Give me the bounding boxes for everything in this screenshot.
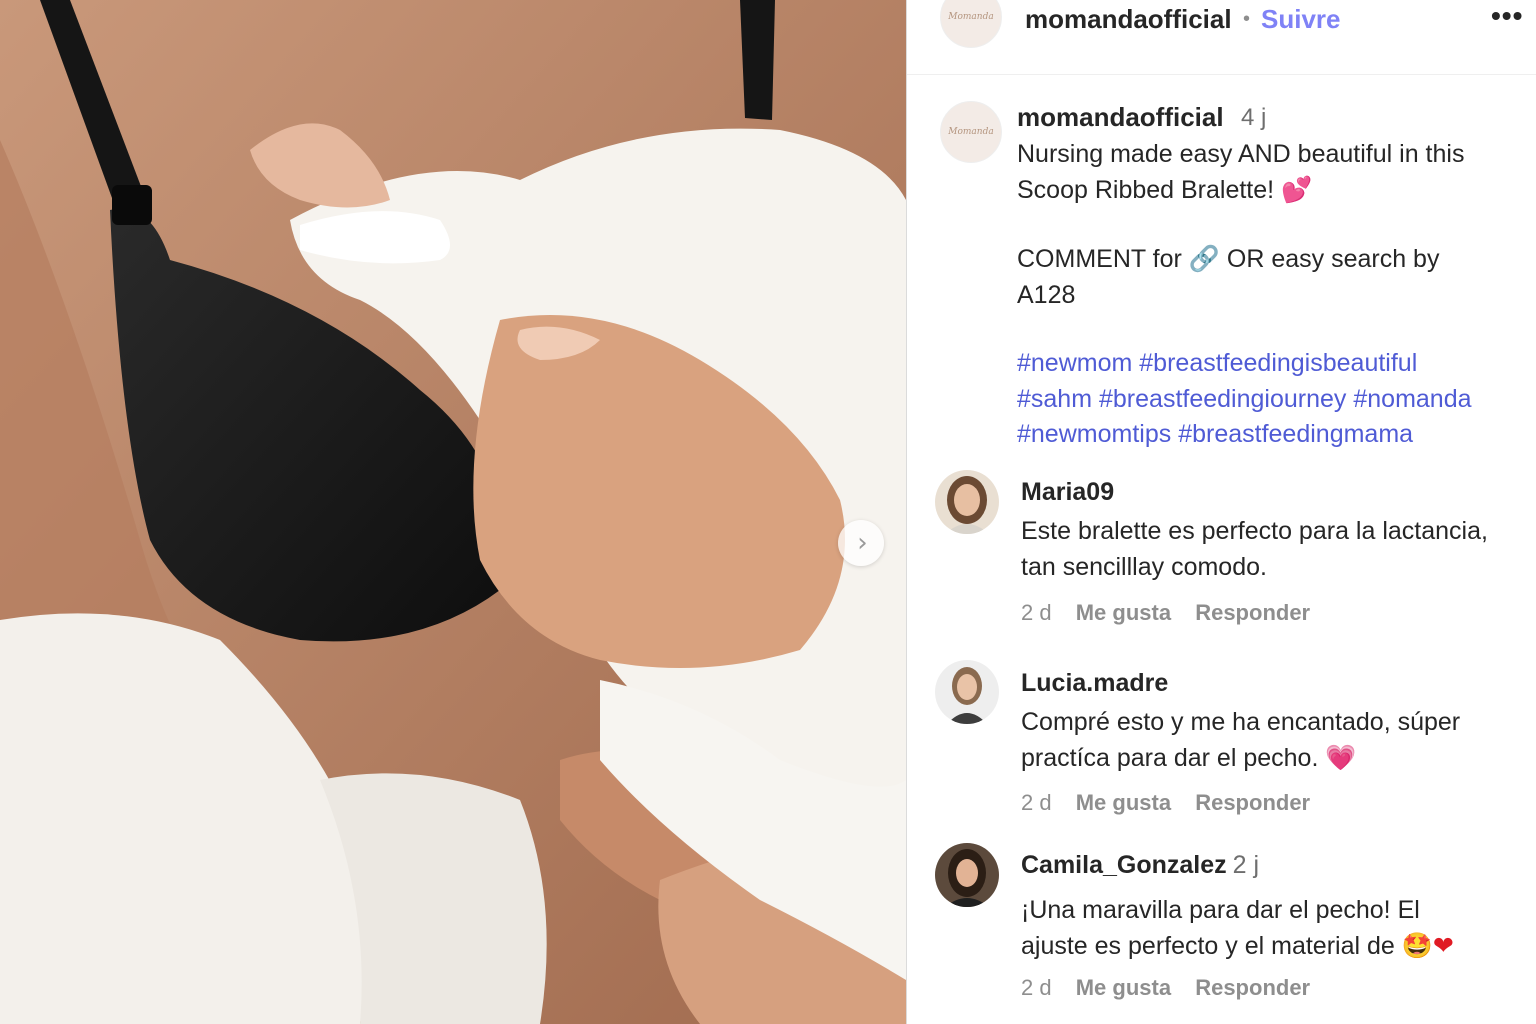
hashtags-line-3: #newmomtips #breastfeedingmama <box>1017 416 1527 452</box>
comment-avatar[interactable] <box>935 660 999 724</box>
post-side-panel: Momanda momandaofficial • Suivre ••• Mom… <box>906 0 1536 1024</box>
caption-avatar-logo: Momanda <box>948 127 994 137</box>
reply-button[interactable]: Responder <box>1195 790 1310 815</box>
comment-text-line-1: Este bralette es perfecto para la lactan… <box>1021 517 1488 545</box>
comment-meta: 2 d Me gusta Responder <box>1021 975 1310 1001</box>
header-username[interactable]: momandaofficial <box>1025 4 1232 35</box>
comment-text: ajuste es perfecto y el material de <box>1021 932 1395 960</box>
brand-avatar-logo: Momanda <box>948 12 994 22</box>
caption-line-3: COMMENT for 🔗 OR easy search by <box>1017 241 1527 277</box>
comment-meta: 2 d Me gusta Responder <box>1021 790 1310 816</box>
avatar-photo <box>935 843 999 907</box>
heart-emoji-icon: 💗 <box>1325 744 1357 772</box>
red-heart-emoji-icon: ❤ <box>1432 932 1454 960</box>
caption-avatar[interactable]: Momanda <box>940 101 1002 163</box>
follow-button[interactable]: Suivre <box>1261 4 1341 35</box>
hashtags-line-2: #sahm #breastfeedingiourney #nomanda <box>1017 381 1536 417</box>
comment-username[interactable]: Lucia.madre <box>1021 669 1168 698</box>
comment-text-line-2: ajuste es perfecto y el material de 🤩❤ <box>1021 928 1521 964</box>
caption-time[interactable]: 4 j <box>1241 104 1266 132</box>
next-photo-button[interactable]: › <box>838 520 884 566</box>
star-struck-emoji-icon: 🤩 <box>1401 932 1433 960</box>
avatar-photo <box>935 470 999 534</box>
instagram-post: › Momanda momandaofficial • Suivre ••• M… <box>0 0 1536 1024</box>
caption-line-3-pre: COMMENT for <box>1017 245 1182 273</box>
caption-username[interactable]: momandaofficial <box>1017 102 1224 133</box>
comment-text-line-2: practíca para dar el pecho. 💗 <box>1021 740 1521 776</box>
chevron-right-icon: › <box>857 528 868 558</box>
more-options-icon[interactable]: ••• <box>1491 0 1523 32</box>
comment-text-line-2: tan sencilllay comodo. <box>1021 553 1267 581</box>
hashtag-link[interactable]: #sahm <box>1017 385 1092 413</box>
comment-text-line-1: ¡Una maravilla para dar el pecho! El <box>1021 896 1420 924</box>
hashtag-link[interactable]: #breastfeedingiourney <box>1099 385 1346 413</box>
like-comment-button[interactable]: Me gusta <box>1076 600 1171 625</box>
caption-line-3-post: OR easy search by <box>1226 245 1440 273</box>
comment-text: practíca para dar el pecho. <box>1021 744 1319 772</box>
brand-avatar[interactable]: Momanda <box>940 0 1002 48</box>
comment-username-link[interactable]: Camila_Gonzalez <box>1021 851 1227 879</box>
caption-line-2: Scoop Ribbed Bralette! 💕 <box>1017 176 1313 204</box>
comment-age[interactable]: 2 d <box>1021 790 1052 815</box>
comment-age[interactable]: 2 d <box>1021 600 1052 625</box>
hashtag-link[interactable]: #breastfeedingisbeautiful <box>1139 349 1417 377</box>
comment-text-line-1: Compré esto y me ha encantado, súper <box>1021 708 1461 736</box>
caption-line-4: A128 <box>1017 281 1076 309</box>
reply-button[interactable]: Responder <box>1195 975 1310 1000</box>
hashtag-link[interactable]: #breastfeedingmama <box>1178 420 1413 448</box>
hashtag-link[interactable]: #newmomtips <box>1017 420 1171 448</box>
comment-age[interactable]: 2 d <box>1021 975 1052 1000</box>
hashtags-line-1: #newmom #breastfeedingisbeautiful <box>1017 345 1527 381</box>
post-header: Momanda momandaofficial • Suivre ••• <box>907 0 1536 75</box>
hashtag-link[interactable]: #newmom <box>1017 349 1132 377</box>
caption-line-1: Nursing made easy AND beautiful in this <box>1017 140 1465 168</box>
hashtag-link[interactable]: #nomanda <box>1353 385 1471 413</box>
header-separator: • <box>1243 8 1251 30</box>
comment-username[interactable]: Maria09 <box>1021 478 1114 507</box>
comment-meta: 2 d Me gusta Responder <box>1021 600 1310 626</box>
reply-button[interactable]: Responder <box>1195 600 1310 625</box>
comment-avatar[interactable] <box>935 470 999 534</box>
post-photo[interactable]: › <box>0 0 906 1024</box>
like-comment-button[interactable]: Me gusta <box>1076 790 1171 815</box>
avatar-photo <box>935 660 999 724</box>
photo-illustration <box>0 0 906 1024</box>
comment-avatar[interactable] <box>935 843 999 907</box>
like-comment-button[interactable]: Me gusta <box>1076 975 1171 1000</box>
comment-time[interactable]: 2 j <box>1233 851 1259 879</box>
comment-username: Camila_Gonzalez 2 j <box>1021 851 1259 880</box>
link-icon: 🔗 <box>1188 245 1220 273</box>
